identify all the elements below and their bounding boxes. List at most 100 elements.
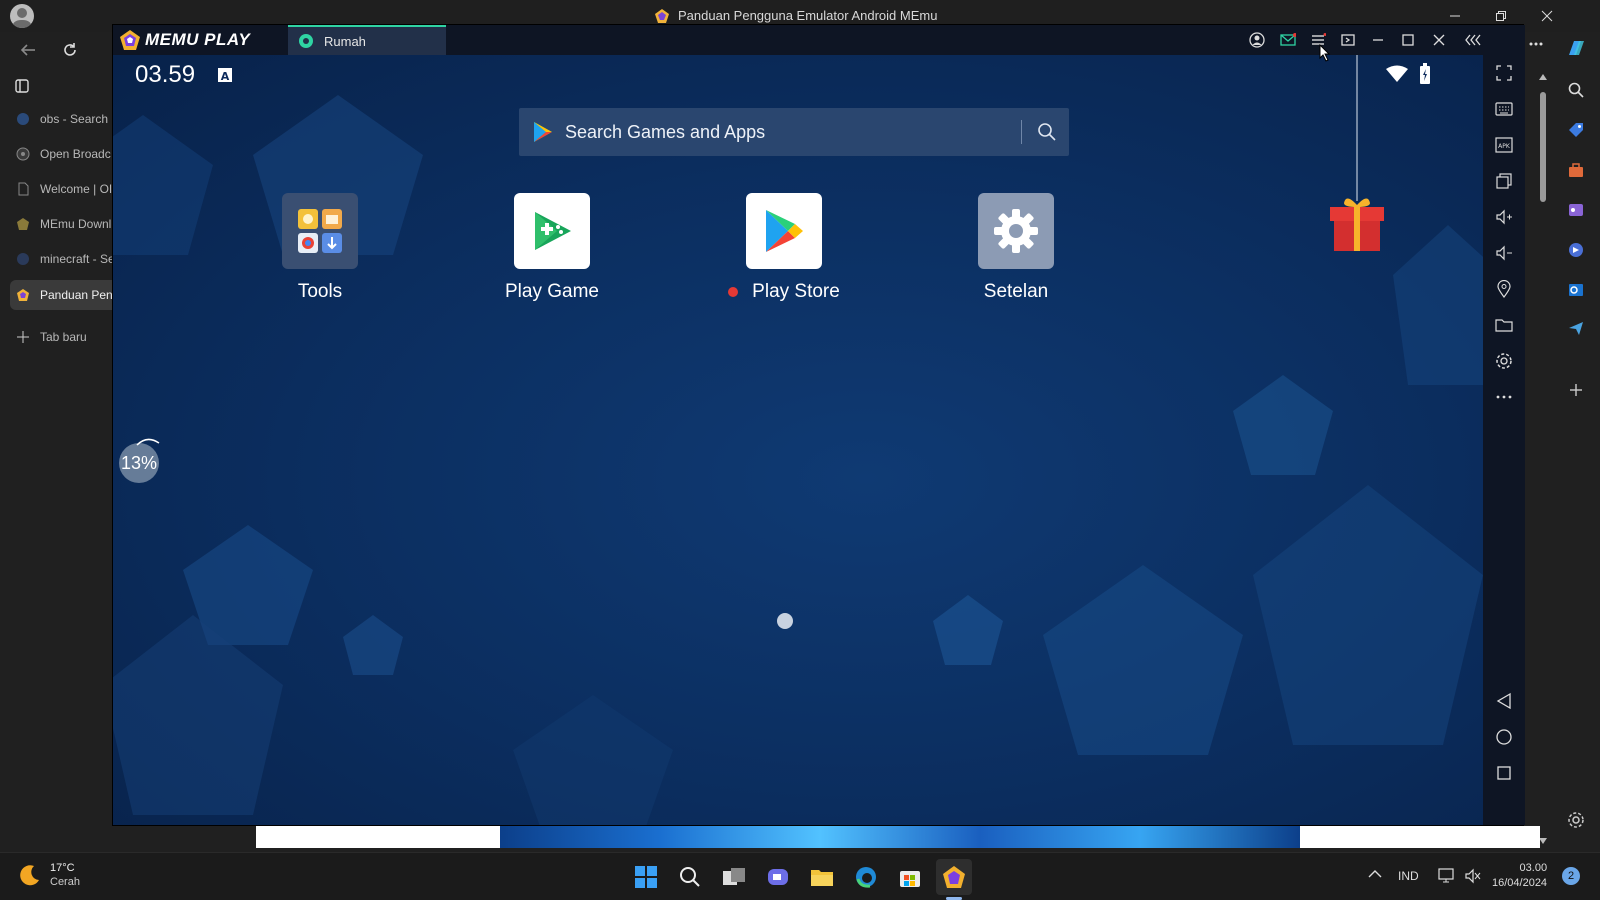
tab-item[interactable]: Open Broadc — [10, 139, 112, 169]
page-scrollbar[interactable] — [1536, 72, 1550, 848]
tab-item[interactable]: MEmu Downl — [10, 209, 112, 239]
gift-string — [1356, 55, 1358, 201]
app-setelan[interactable]: Setelan — [936, 193, 1096, 303]
tools-folder-icon — [282, 193, 358, 269]
settings-icon[interactable] — [1564, 808, 1588, 832]
back-icon[interactable] — [14, 36, 42, 64]
input-language[interactable]: IND — [1398, 869, 1419, 883]
memu-logo-icon — [120, 30, 140, 50]
app-play-store[interactable]: Play Store — [704, 193, 864, 303]
tab-label: minecraft - Se — [40, 252, 112, 266]
close-button[interactable] — [1524, 4, 1570, 28]
settings-icon[interactable] — [1492, 349, 1516, 373]
account-icon[interactable] — [1243, 28, 1271, 52]
tab-label: obs - Search — [40, 112, 109, 126]
gift-icon[interactable] — [1328, 193, 1386, 253]
android-recents-icon[interactable] — [1492, 761, 1516, 785]
folder-icon[interactable] — [1492, 313, 1516, 337]
page-banner-image — [500, 826, 1300, 848]
memu-tab-home[interactable]: Rumah — [288, 25, 446, 55]
games-icon[interactable] — [1564, 198, 1588, 222]
search-icon[interactable] — [1037, 122, 1057, 142]
search-bar[interactable]: Search Games and Apps — [519, 108, 1069, 156]
search-icon[interactable] — [1564, 78, 1588, 102]
scroll-down-icon[interactable] — [1539, 838, 1547, 844]
memu-minimize-button[interactable] — [1364, 28, 1392, 52]
search-divider — [1021, 120, 1022, 144]
task-view-icon[interactable] — [716, 859, 752, 895]
volume-up-icon[interactable] — [1492, 205, 1516, 229]
memu-favicon-icon — [16, 288, 30, 302]
volume-down-icon[interactable] — [1492, 241, 1516, 265]
copilot-icon[interactable] — [1564, 36, 1588, 60]
background-shape — [1043, 565, 1243, 755]
memu-taskbar-icon[interactable] — [936, 859, 972, 895]
app-tools[interactable]: Tools — [240, 193, 400, 303]
mail-icon[interactable] — [1274, 28, 1302, 52]
chevron-up-icon[interactable] — [1368, 869, 1382, 879]
settings-gear-icon — [978, 193, 1054, 269]
memu-logo: MEMU PLAY — [119, 29, 250, 51]
loading-progress: 13% — [119, 443, 159, 483]
profile-avatar[interactable] — [10, 4, 34, 28]
android-back-icon[interactable] — [1492, 689, 1516, 713]
network-icon[interactable] — [1438, 868, 1456, 884]
tools-icon[interactable] — [1564, 158, 1588, 182]
tab-actions-icon[interactable] — [8, 72, 36, 100]
refresh-icon[interactable] — [56, 36, 84, 64]
send-icon[interactable] — [1564, 316, 1588, 340]
start-button[interactable] — [628, 859, 664, 895]
file-explorer-icon[interactable] — [804, 859, 840, 895]
tab-item[interactable]: Welcome | OI — [10, 174, 112, 204]
play-games-icon — [514, 193, 590, 269]
edge-browser-icon[interactable] — [848, 859, 884, 895]
microsoft-store-icon[interactable] — [892, 859, 928, 895]
home-icon — [298, 33, 314, 49]
scroll-thumb[interactable] — [1540, 92, 1546, 202]
tab-item-active[interactable]: Panduan Peng — [10, 280, 112, 310]
weather-widget[interactable]: 17°C Cerah — [18, 861, 80, 889]
memu-toolbar: APK — [1483, 55, 1525, 825]
notification-badge[interactable]: 2 — [1562, 867, 1580, 885]
scroll-up-icon[interactable] — [1539, 74, 1547, 80]
background-shape — [933, 595, 1003, 665]
new-tab-button[interactable]: Tab baru — [10, 322, 112, 352]
background-shape — [513, 695, 673, 825]
svg-text:APK: APK — [1498, 143, 1511, 150]
outlook-icon[interactable] — [1564, 278, 1588, 302]
multi-instance-icon[interactable] — [1492, 169, 1516, 193]
app-play-game[interactable]: Play Game — [472, 193, 632, 303]
shopping-tag-icon[interactable] — [1564, 118, 1588, 142]
android-home-icon[interactable] — [1492, 725, 1516, 749]
tab-label: Welcome | OI — [40, 182, 112, 196]
background-shape — [113, 115, 213, 255]
taskbar: 17°C Cerah IND 03.00 16/04/2024 2 — [0, 852, 1600, 900]
more-options-icon[interactable] — [1528, 40, 1544, 48]
location-icon[interactable] — [1492, 277, 1516, 301]
tab-label: Open Broadc — [40, 147, 111, 161]
memu-maximize-button[interactable] — [1394, 28, 1422, 52]
system-clock[interactable]: 03.00 16/04/2024 — [1492, 861, 1547, 891]
tab-item[interactable]: minecraft - Se — [10, 244, 112, 274]
taskbar-search-icon[interactable] — [672, 859, 708, 895]
teams-chat-icon[interactable] — [760, 859, 796, 895]
copilot-apps-icon[interactable] — [1564, 238, 1588, 262]
memu-close-button[interactable] — [1425, 28, 1453, 52]
play-store-logo-icon — [533, 121, 553, 143]
collapse-sidebar-icon[interactable] — [1459, 28, 1487, 52]
background-shape — [1233, 375, 1333, 475]
tab-item[interactable]: obs - Search — [10, 104, 112, 134]
more-icon[interactable] — [1492, 385, 1516, 409]
search-favicon-icon — [16, 252, 30, 266]
fullscreen-icon[interactable] — [1492, 61, 1516, 85]
speaker-muted-icon[interactable] — [1464, 868, 1482, 884]
app-label: Setelan — [983, 281, 1049, 302]
obs-favicon-icon — [16, 147, 30, 161]
screen-mode-icon[interactable] — [1334, 28, 1362, 52]
add-icon[interactable] — [1564, 378, 1588, 402]
android-screen[interactable]: 03.59 A Search Games and Apps Tools Play… — [113, 55, 1483, 825]
notification-a-icon: A — [217, 67, 233, 83]
keyboard-icon[interactable] — [1492, 97, 1516, 121]
app-label: Tools — [297, 281, 343, 302]
apk-install-icon[interactable]: APK — [1492, 133, 1516, 157]
